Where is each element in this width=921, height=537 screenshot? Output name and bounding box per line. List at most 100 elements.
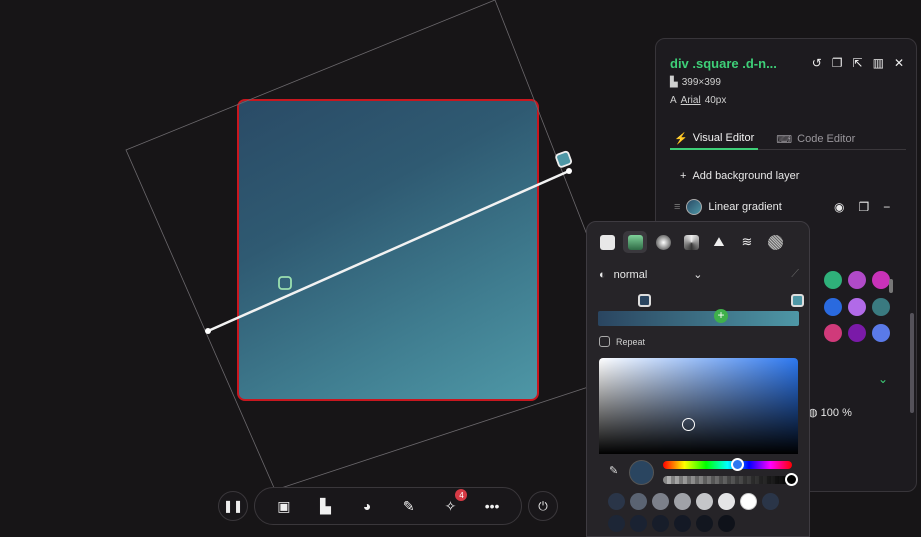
chevron-down-icon[interactable]: ⌄: [878, 372, 888, 386]
undo-icon[interactable]: ↺: [812, 56, 822, 70]
fill-type-noise[interactable]: [763, 231, 787, 253]
color-swatch[interactable]: [608, 493, 625, 510]
color-swatch[interactable]: [630, 493, 647, 510]
panel-header-actions: ↺ ❐ ⇱ ▥ ✕: [812, 56, 904, 70]
ruler-tool-button[interactable]: ▙: [312, 493, 338, 519]
preset-swatch[interactable]: [824, 297, 842, 316]
color-swatch[interactable]: [740, 493, 757, 510]
eye-icon[interactable]: ◉: [834, 200, 844, 214]
preset-swatch[interactable]: [848, 271, 866, 289]
add-background-layer-button[interactable]: + Add background layer: [680, 170, 799, 182]
power-button[interactable]: ⏻: [528, 491, 558, 521]
image-icon: ⛰: [713, 234, 725, 249]
gradient-picker-popover: ⛰ ≋ ◐ normal ⌄ ⟋ + Repeat ✎: [586, 221, 810, 537]
open-external-icon[interactable]: ⇱: [853, 56, 863, 70]
clear-mode-icon[interactable]: ⟋: [791, 268, 799, 281]
color-swatches: [608, 493, 779, 532]
eyedropper-icon: ✎: [402, 497, 415, 514]
background-layer-row[interactable]: ≡ Linear gradient ◉ ❐ −: [674, 199, 894, 215]
add-stop-icon[interactable]: +: [714, 309, 728, 323]
drag-handle-icon[interactable]: ≡: [674, 201, 680, 213]
color-swatch[interactable]: [696, 493, 713, 510]
fill-type-linear[interactable]: [623, 231, 647, 253]
repeat-checkbox[interactable]: Repeat: [599, 336, 645, 347]
checkbox-box: [599, 336, 610, 347]
preset-scrollbar[interactable]: [889, 279, 893, 293]
preset-swatch[interactable]: [848, 297, 866, 316]
gradient-start-handle: [205, 328, 211, 334]
preset-swatch[interactable]: [824, 271, 842, 289]
ruler-icon: ▙: [320, 497, 331, 514]
blend-mode-select[interactable]: ◐ normal ⌄: [599, 268, 703, 282]
keyboard-icon: ⌨: [776, 133, 793, 146]
pause-button[interactable]: ❚❚: [218, 491, 248, 521]
magic-wand-button[interactable]: ✧ 4: [437, 489, 468, 519]
blend-icon: ◐: [599, 268, 606, 281]
color-swatch[interactable]: [608, 515, 625, 532]
color-swatch[interactable]: [762, 493, 779, 510]
selected-square-element[interactable]: [237, 99, 539, 401]
palette-tool-button[interactable]: ◕: [354, 493, 380, 519]
color-swatch[interactable]: [652, 515, 669, 532]
preset-swatch[interactable]: [872, 271, 890, 289]
bottom-toolbar: ▣ ▙ ◕ ✎ ✧ 4 •••: [254, 487, 522, 525]
color-swatch[interactable]: [674, 493, 691, 510]
duplicate-icon[interactable]: ❐: [832, 56, 843, 70]
power-icon: ⏻: [538, 498, 548, 513]
gradient-stop-end[interactable]: [791, 294, 804, 307]
element-size: ▙ 399×399: [670, 77, 721, 88]
gradient-bar[interactable]: [598, 311, 799, 326]
preset-swatch[interactable]: [824, 324, 842, 343]
notification-badge: 4: [455, 489, 468, 501]
element-font: A Arial 40px: [670, 95, 727, 106]
alpha-knob[interactable]: [785, 473, 798, 486]
layer-label: Linear gradient: [708, 201, 782, 213]
tab-code-editor[interactable]: ⌨ Code Editor: [772, 128, 859, 150]
chevron-down-icon: ⌄: [693, 269, 703, 281]
preset-swatch[interactable]: [872, 324, 890, 343]
bolt-icon: ⚡: [674, 132, 688, 145]
preset-swatch[interactable]: [872, 297, 890, 316]
duplicate-layer-icon[interactable]: ❐: [858, 200, 869, 214]
color-swatch[interactable]: [718, 515, 735, 532]
preset-swatch[interactable]: [848, 324, 866, 343]
color-swatch[interactable]: [652, 493, 669, 510]
color-swatch[interactable]: [630, 515, 647, 532]
tab-visual-editor[interactable]: ⚡ Visual Editor: [670, 128, 759, 150]
fill-type-image[interactable]: ⛰: [707, 231, 731, 253]
gradient-stop-start[interactable]: [638, 294, 651, 307]
color-swatch[interactable]: [718, 493, 735, 510]
wave-pattern-icon: ≋: [741, 234, 753, 249]
selection-title: div .square .d-n...: [670, 56, 777, 71]
opacity-value[interactable]: ◍ 100 %: [808, 406, 852, 419]
fill-type-radial[interactable]: [651, 231, 675, 253]
plus-icon: +: [680, 170, 687, 182]
pause-icon: ❚❚: [222, 499, 244, 513]
hue-knob[interactable]: [731, 458, 744, 471]
image-icon: ▣: [277, 497, 291, 514]
gradient-stop-marker-end: [555, 150, 573, 168]
image-tool-button[interactable]: ▣: [271, 493, 297, 519]
hue-slider[interactable]: [663, 461, 792, 469]
remove-layer-icon[interactable]: −: [883, 200, 890, 214]
layer-color-swatch[interactable]: [686, 199, 703, 215]
saturation-value-area[interactable]: [599, 358, 798, 454]
more-button[interactable]: •••: [479, 493, 505, 519]
color-swatch[interactable]: [696, 515, 713, 532]
ruler-icon: ▙: [670, 77, 678, 88]
eyedropper-icon[interactable]: ✎: [609, 464, 618, 477]
close-icon[interactable]: ✕: [894, 56, 904, 70]
trash-icon[interactable]: ▥: [873, 56, 884, 70]
saturation-value-knob[interactable]: [682, 418, 695, 431]
fill-type-solid[interactable]: [595, 231, 619, 253]
gradient-end-handle: [566, 168, 572, 174]
eyedropper-tool-button[interactable]: ✎: [396, 493, 422, 519]
color-swatch[interactable]: [674, 515, 691, 532]
magic-wand-icon: ✧: [444, 497, 457, 514]
font-icon: A: [670, 95, 677, 106]
alpha-slider[interactable]: [663, 476, 792, 484]
editor-tabs: ⚡ Visual Editor ⌨ Code Editor: [670, 128, 906, 150]
fill-type-conic[interactable]: [679, 231, 703, 253]
panel-scrollbar[interactable]: [910, 313, 914, 413]
fill-type-pattern[interactable]: ≋: [735, 231, 759, 253]
